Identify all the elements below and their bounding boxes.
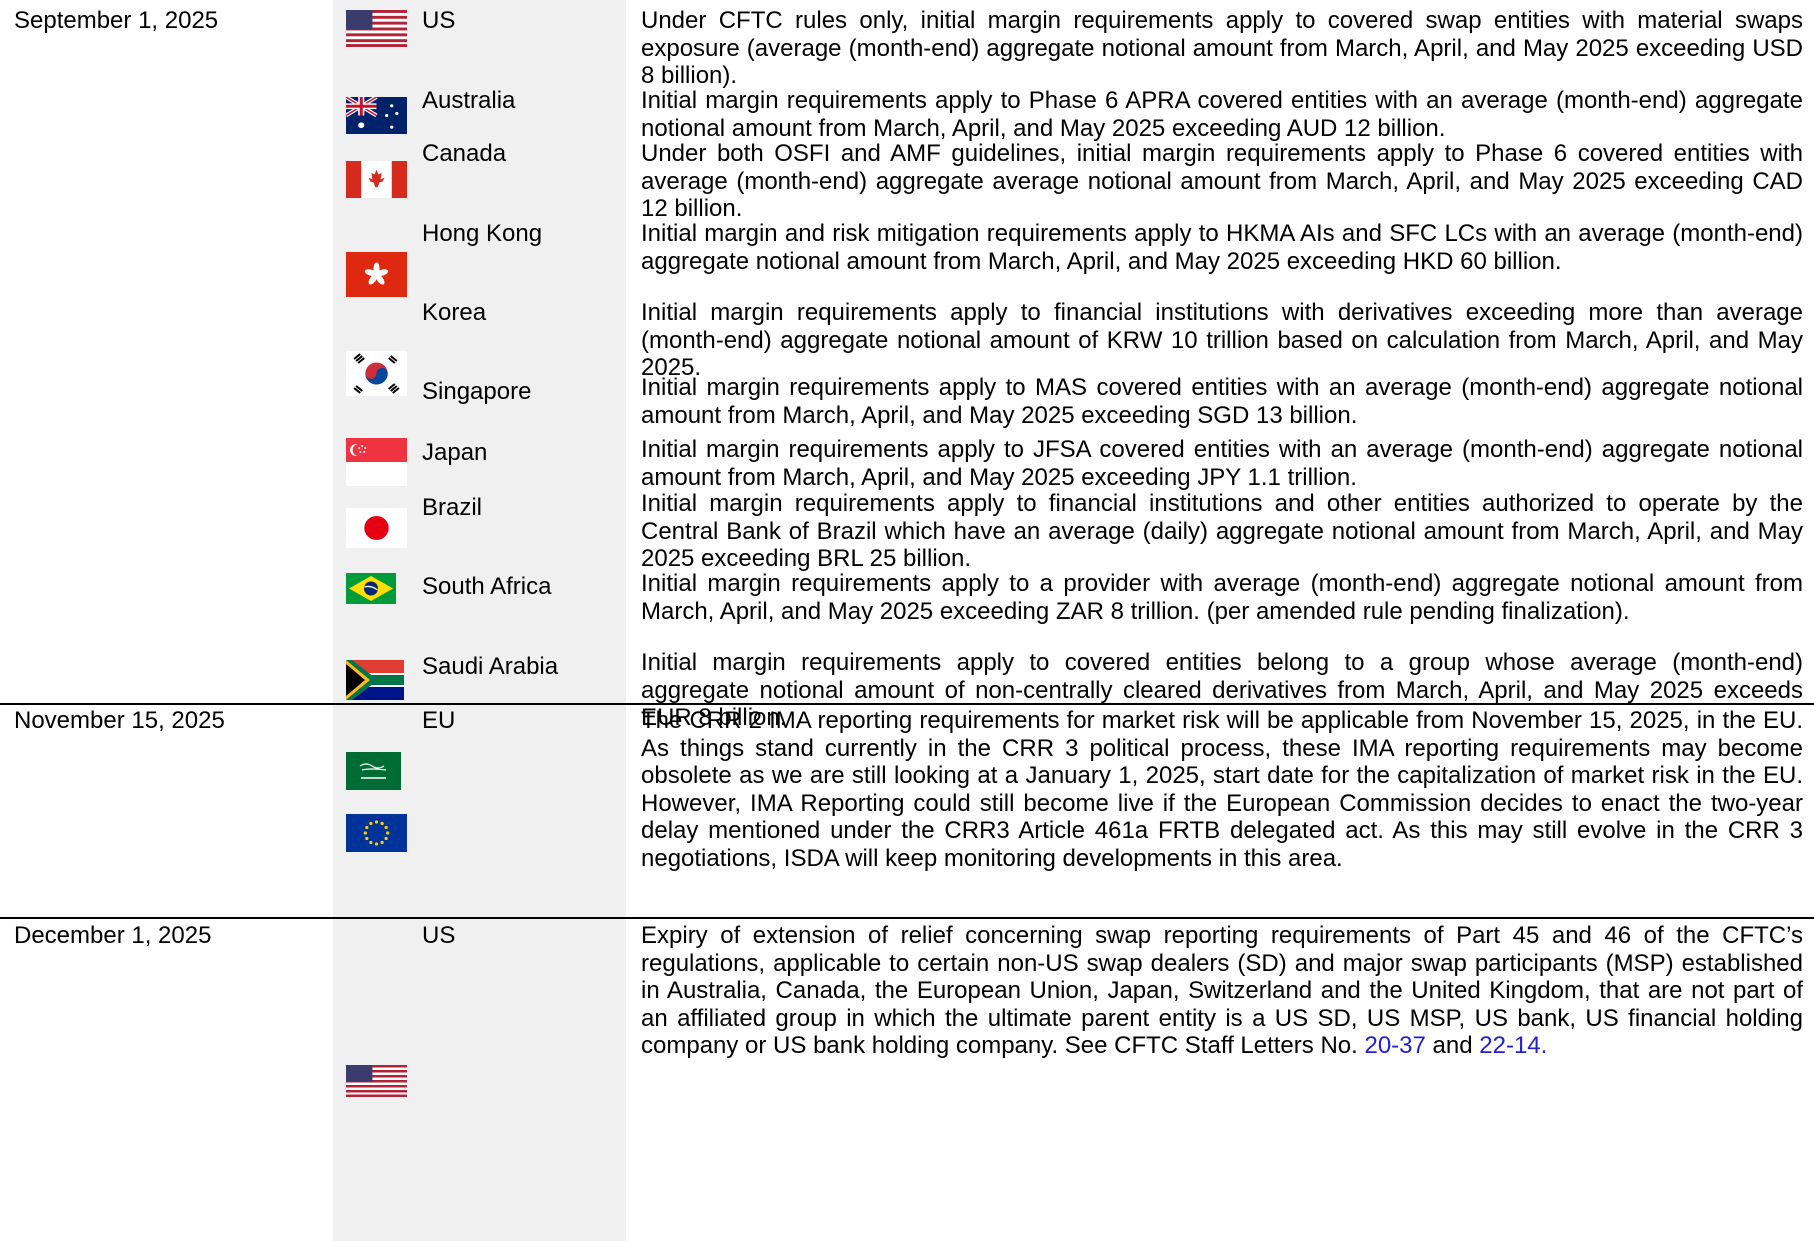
us-flag-icon <box>346 1065 407 1097</box>
requirement-text: Initial margin requirements apply to fin… <box>641 490 1803 573</box>
country-label: Saudi Arabia <box>422 653 559 680</box>
effective-date: December 1, 2025 <box>14 922 212 949</box>
requirement-text: Initial margin requirements apply to fin… <box>641 299 1803 382</box>
korea-flag-icon <box>346 351 407 396</box>
requirement-text: Initial margin requirements apply to Pha… <box>641 87 1803 142</box>
country-label: Korea <box>422 299 487 326</box>
requirement-text: Initial margin requirements apply to JFS… <box>641 436 1803 491</box>
country-label: EU <box>422 707 456 734</box>
country-label: US <box>422 922 456 949</box>
effective-date: November 15, 2025 <box>14 707 225 734</box>
japan-flag-icon <box>346 508 407 548</box>
country-label: South Africa <box>422 573 552 600</box>
effective-date: September 1, 2025 <box>14 7 219 34</box>
staff-letter-link-22-14[interactable]: 22-14 <box>1479 1032 1540 1059</box>
closing-period: . <box>1540 1032 1548 1060</box>
requirement-text: The CRR 2 IMA reporting requirements for… <box>641 707 1803 872</box>
country-label: Singapore <box>422 378 532 405</box>
hong-kong-flag-icon <box>346 252 407 297</box>
us-flag-icon <box>346 10 407 47</box>
requirement-text-body: Expiry of extension of relief concerning… <box>641 922 1803 1060</box>
country-label: Brazil <box>422 494 483 521</box>
requirement-text: Expiry of extension of relief concerning… <box>641 922 1803 1060</box>
country-label: Japan <box>422 439 488 466</box>
country-label: Hong Kong <box>422 220 543 247</box>
requirement-text: Initial margin requirements apply to MAS… <box>641 374 1803 429</box>
australia-flag-icon <box>346 97 407 134</box>
staff-letter-link-20-37[interactable]: 20-37 <box>1364 1032 1425 1059</box>
requirement-text: Under both OSFI and AMF guidelines, init… <box>641 140 1803 223</box>
eu-flag-icon <box>346 814 407 852</box>
saudi-arabia-flag-icon <box>346 752 401 790</box>
regulatory-calendar-table: September 1, 2025 US Under CFTC rules on… <box>0 0 1814 1241</box>
requirement-text: Under CFTC rules only, initial margin re… <box>641 7 1803 90</box>
brazil-flag-icon <box>346 573 396 604</box>
south-africa-flag-icon <box>346 660 404 700</box>
row-divider <box>0 917 1814 919</box>
canada-flag-icon <box>346 161 407 198</box>
requirement-text: Initial margin and risk mitigation requi… <box>641 220 1803 275</box>
country-label: Canada <box>422 140 507 167</box>
country-label: US <box>422 7 456 34</box>
link-connector: and <box>1425 1032 1480 1060</box>
singapore-flag-icon <box>346 438 407 486</box>
requirement-text: Initial margin requirements apply to a p… <box>641 570 1803 625</box>
country-label: Australia <box>422 87 516 114</box>
